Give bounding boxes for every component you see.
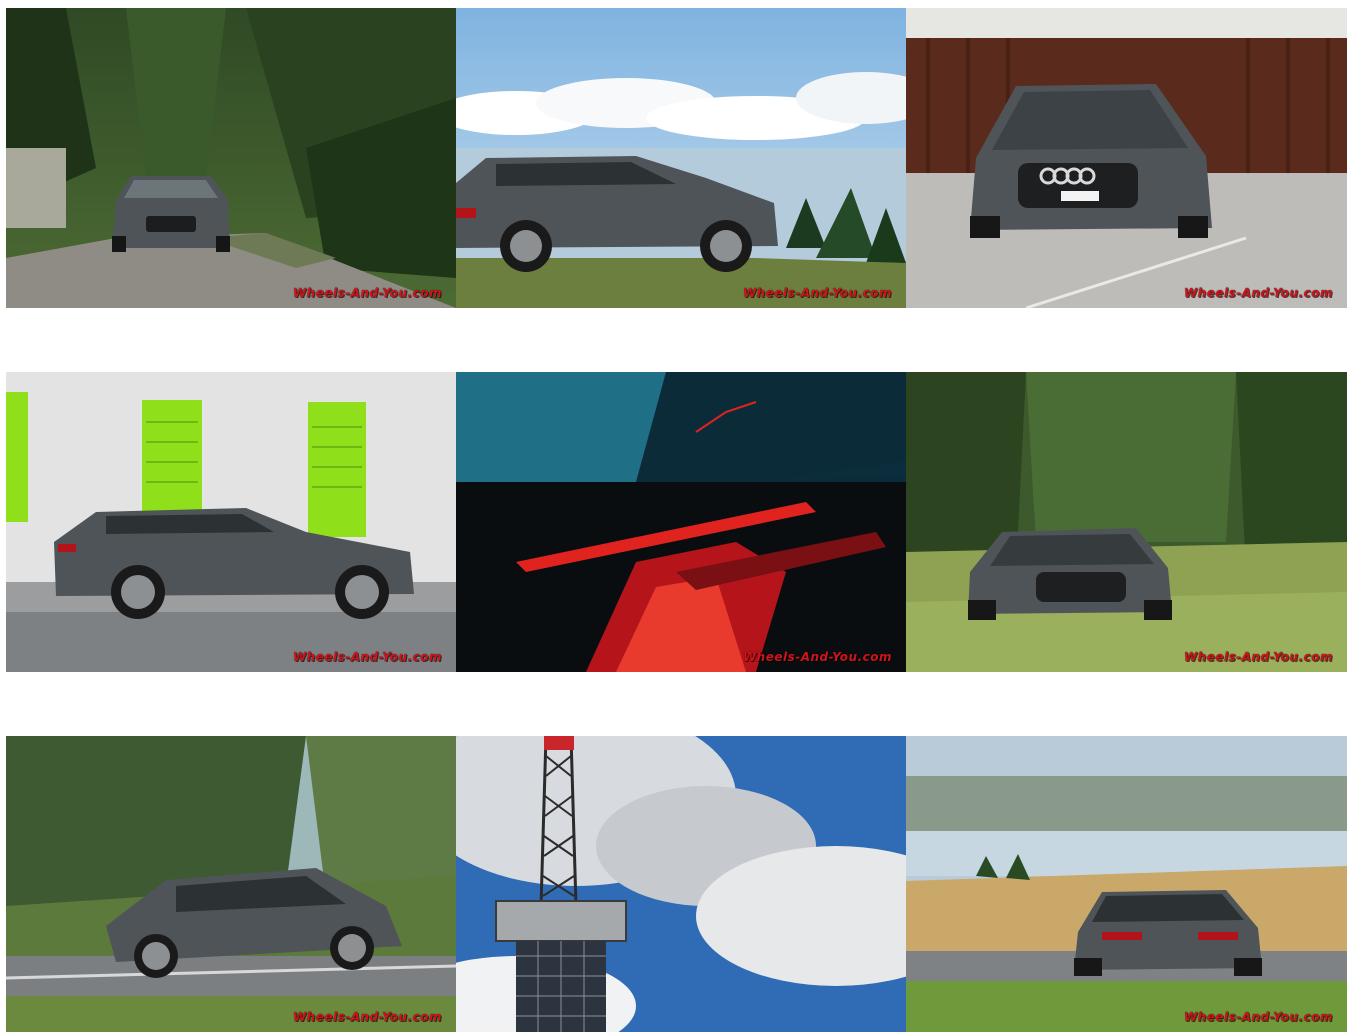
car-photo-icon	[6, 8, 456, 308]
gallery-photo-5[interactable]: Wheels-And-You.com	[456, 372, 906, 672]
car-photo-icon	[6, 736, 456, 1032]
gallery-photo-4[interactable]: Wheels-And-You.com	[6, 372, 456, 672]
gallery-row: Wheels-And-You.com Wheels-And-You.com Wh…	[6, 372, 1347, 672]
tower-photo-icon	[456, 736, 906, 1032]
gallery-photo-3[interactable]: Wheels-And-You.com	[906, 8, 1347, 308]
car-photo-icon	[906, 372, 1347, 672]
car-photo-icon	[906, 736, 1347, 1032]
gallery-photo-7[interactable]: Wheels-And-You.com	[6, 736, 456, 1032]
car-photo-icon	[6, 372, 456, 672]
car-photo-icon	[456, 8, 906, 308]
gallery-photo-9[interactable]: Wheels-And-You.com	[906, 736, 1347, 1032]
gallery-row: Wheels-And-You.com	[6, 8, 1347, 308]
car-photo-icon	[906, 8, 1347, 308]
gallery-photo-8[interactable]	[456, 736, 906, 1032]
interior-photo-icon	[456, 372, 906, 672]
photo-gallery: Wheels-And-You.com Wheels-And-You.com Wh…	[0, 0, 1347, 1032]
gallery-photo-6[interactable]: Wheels-And-You.com	[906, 372, 1347, 672]
gallery-photo-2[interactable]: Wheels-And-You.com	[456, 8, 906, 308]
gallery-photo-1[interactable]: Wheels-And-You.com	[6, 8, 456, 308]
gallery-row: Wheels-And-You.com	[6, 736, 1347, 1032]
